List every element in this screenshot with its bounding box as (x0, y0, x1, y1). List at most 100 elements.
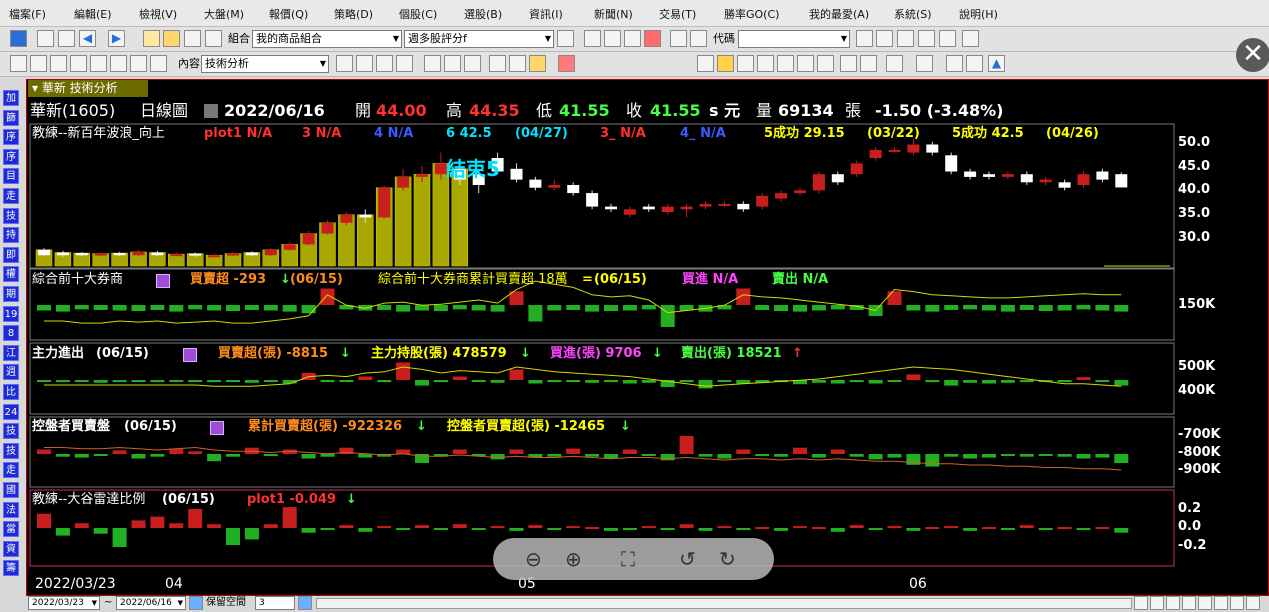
ratio-bar (396, 528, 411, 530)
candle (945, 155, 958, 172)
broker-net-bar (207, 305, 222, 311)
go-icon[interactable] (189, 596, 203, 610)
indicator-menu-icon[interactable] (183, 348, 197, 362)
zoom-out-icon[interactable] (1166, 596, 1180, 610)
broker-net-bar (471, 305, 486, 311)
broker-net-bar (396, 305, 411, 312)
ratio-bar (339, 525, 354, 528)
close-button[interactable]: ✕ (1236, 38, 1269, 72)
controller-net-bar (982, 454, 996, 458)
range-separator: ~ (104, 597, 113, 608)
ratio-bar (982, 527, 996, 530)
ratio-bar (793, 526, 807, 529)
clock-icon[interactable] (1150, 596, 1164, 610)
start-date-input[interactable]: 2022/03/23 ▼ (28, 596, 100, 610)
zoom-in-icon[interactable] (1182, 596, 1196, 610)
main-net-bar (585, 380, 600, 383)
main-net-bar (1114, 380, 1129, 386)
ratio-bar (415, 525, 429, 528)
candle (56, 252, 69, 256)
rotate-left-icon[interactable]: ↺ (679, 547, 696, 571)
reserve-input[interactable]: 3 (255, 596, 295, 610)
ratio-bar (849, 525, 864, 528)
controller-net-bar (641, 454, 656, 456)
broker-net-bar (622, 305, 637, 311)
ratio-bar (868, 528, 883, 530)
candle (302, 233, 315, 245)
main-net-bar (37, 380, 51, 382)
broker-net-bar (963, 305, 978, 310)
zoom-in-icon[interactable]: ⊕ (565, 547, 582, 571)
redo-icon[interactable] (1230, 596, 1244, 610)
main-net-bar (528, 380, 543, 384)
end-date-input[interactable]: 2022/06/16 ▼ (116, 596, 186, 610)
zoom-out-icon[interactable]: ⊖ (525, 547, 542, 571)
main-net-bar (452, 376, 467, 380)
panel1-legend-item: 5成功 42.5 (952, 126, 1024, 141)
ratio-bar (660, 528, 675, 530)
broker-net-bar (415, 305, 429, 311)
main-net-bar (226, 380, 240, 382)
ratio-bar (604, 528, 618, 531)
ratio-bar (830, 528, 845, 532)
fit-icon[interactable] (1198, 596, 1212, 610)
panel3-date: (06/15) (96, 346, 149, 361)
ratio-bar (963, 528, 978, 531)
x-tick: 04 (165, 576, 183, 592)
candle (794, 190, 806, 194)
ratio-bar (566, 526, 581, 529)
candle (245, 252, 258, 256)
main-net-bar (736, 380, 751, 384)
candle (75, 253, 88, 256)
go-icon[interactable] (298, 596, 312, 610)
rotate-right-icon[interactable]: ↻ (719, 547, 736, 571)
horizontal-scrollbar[interactable] (316, 598, 1132, 609)
ratio-bar (55, 528, 70, 536)
panel2-legend-item: 賣出 N/A (772, 272, 829, 287)
broker-net-bar (1038, 305, 1053, 312)
main-net-bar (641, 380, 656, 383)
main-net-bar (377, 380, 392, 383)
candle (888, 149, 901, 152)
broker-net-bar (1057, 305, 1072, 311)
candle (132, 251, 145, 256)
panel3-legend-item: 買賣超(張) -8815 (218, 346, 328, 361)
scroll-right-icon[interactable] (1134, 596, 1148, 610)
ratio-bar (547, 528, 562, 530)
controller-net-bar (37, 449, 51, 454)
broker-net-bar (37, 305, 51, 311)
main-hold-line (44, 366, 1122, 387)
candle (264, 249, 277, 256)
panel1-legend-item: 3_ N/A (600, 126, 646, 141)
candle (113, 253, 126, 256)
candle (661, 206, 674, 212)
ratio-bar (320, 528, 335, 530)
broker-net-bar (528, 305, 543, 322)
ratio-bar (906, 528, 921, 531)
broker-net-bar (793, 305, 807, 312)
controller-net-bar (925, 454, 940, 467)
ratio-bar (188, 509, 203, 528)
end-date-value: 2022/06/16 (120, 598, 172, 608)
broker-net-bar (377, 305, 392, 310)
panel1-legend-item: 4 N/A (374, 126, 414, 141)
ratio-bar (1019, 525, 1034, 528)
candle (510, 168, 523, 180)
fullscreen-icon[interactable]: ⛶ (621, 547, 635, 571)
controller-net-bar (717, 454, 732, 459)
ratio-bar (37, 513, 51, 528)
indicator-menu-icon[interactable] (210, 421, 224, 435)
candle (151, 252, 164, 256)
undo-icon[interactable] (1214, 596, 1228, 610)
reserve-value: 3 (259, 598, 265, 608)
controller-net-bar (509, 449, 524, 454)
controller-net-bar (679, 436, 694, 454)
broker-net-bar (282, 305, 297, 312)
indicator-menu-icon[interactable] (156, 274, 170, 288)
broker-net-bar (226, 305, 240, 312)
panel1-legend-item: 6 42.5 (446, 126, 492, 141)
panel1-title: 教練--新百年波浪_向上 (32, 126, 165, 141)
settings-icon[interactable] (1246, 596, 1260, 610)
broker-net-bar (641, 305, 656, 310)
y-tick: -900K (1178, 462, 1221, 477)
